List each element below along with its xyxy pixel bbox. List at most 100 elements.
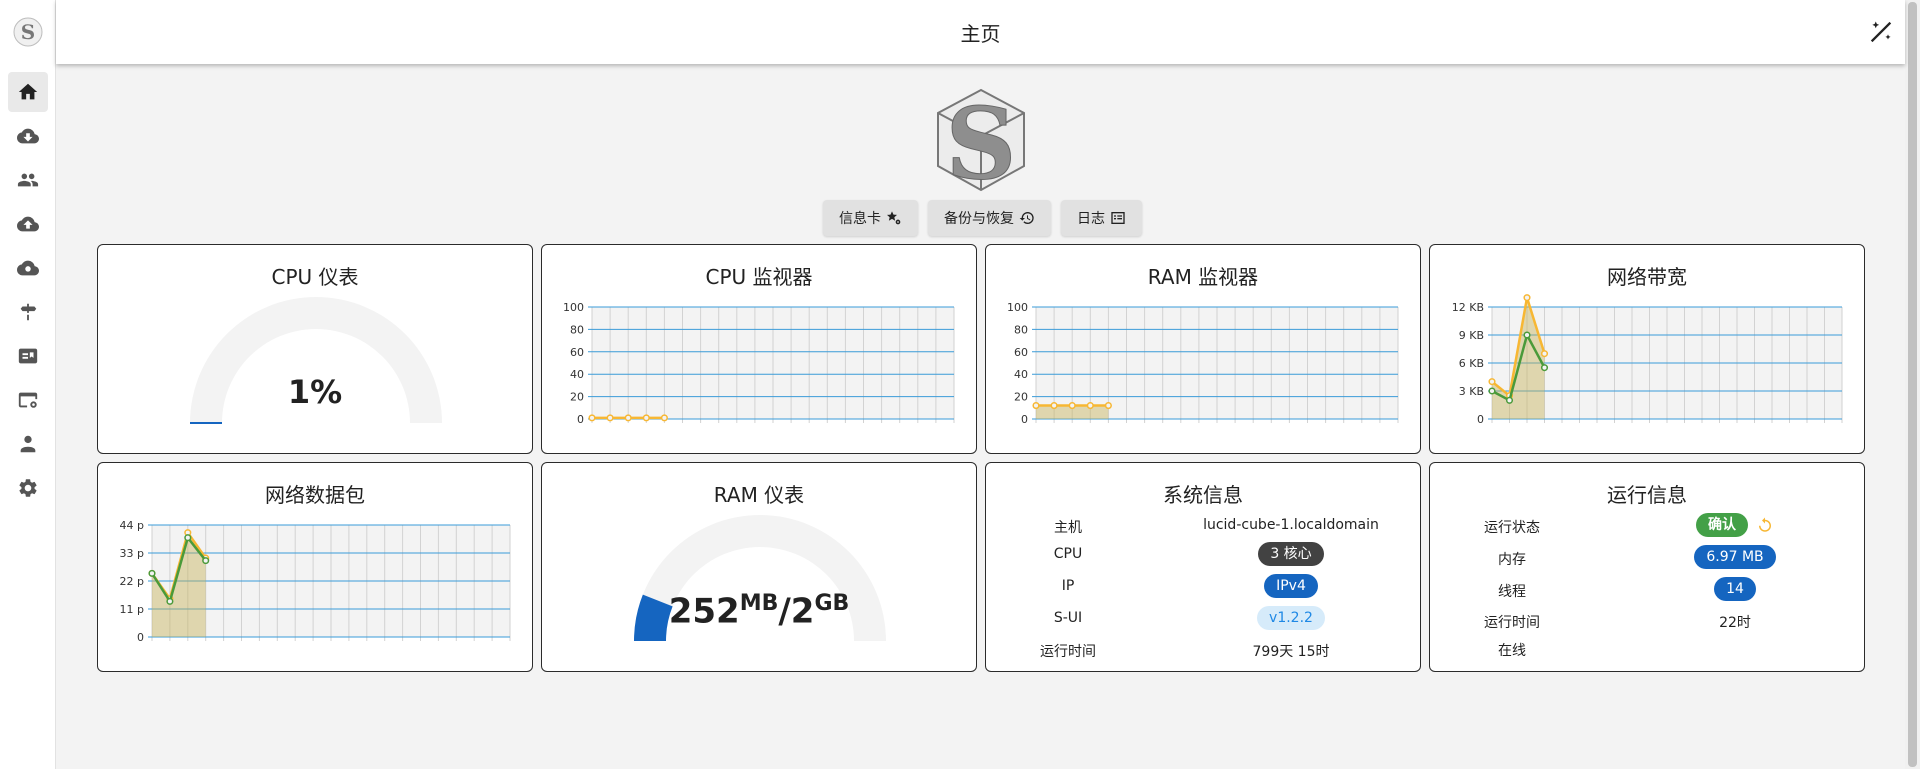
network-bandwidth-chart: 0 3 KB 6 KB 9 KB 12 KB [1452, 294, 1843, 426]
sidebar-item-inbounds[interactable] [8, 116, 48, 156]
card-title: 运行信息 [1607, 483, 1687, 507]
sui-label: S-UI [1053, 610, 1083, 626]
y-tick-label: 40 [1014, 368, 1028, 381]
logs-label: 日志 [1077, 211, 1105, 227]
card-network-packets: 网络数据包 0 11 p 22 p 33 p 44 p [97, 462, 533, 672]
data-point [1488, 378, 1496, 386]
ram-used: 252 [668, 591, 740, 632]
sidebar-item-endpoints[interactable] [8, 248, 48, 288]
y-tick-label: 3 KB [1459, 385, 1484, 398]
y-tick-label: 0 [1477, 413, 1484, 426]
action-bar: 信息卡 备份与恢复 日志 [823, 200, 1142, 236]
info-row-ip: IP IPv4 [986, 574, 1420, 600]
web-settings-icon [18, 392, 38, 408]
sidebar-item-outbounds[interactable] [8, 204, 48, 244]
y-tick-label: 0 [1021, 413, 1028, 426]
uptime-value: 799天 15时 [1252, 644, 1330, 660]
restart-icon[interactable] [1756, 516, 1774, 534]
info-row-uptime: 运行时间 22时 [1430, 608, 1864, 634]
backup-restore-button[interactable]: 备份与恢复 [928, 200, 1051, 236]
ram-used-unit: MB [739, 591, 779, 616]
data-point [1032, 402, 1040, 410]
data-point [1050, 402, 1058, 410]
home-icon [18, 83, 38, 100]
y-tick-label: 6 KB [1459, 357, 1484, 370]
cloud-download-icon [17, 128, 39, 144]
ip-label: IP [1061, 578, 1075, 594]
data-point [166, 597, 174, 605]
signpost-icon [20, 303, 37, 321]
host-value: lucid-cube-1.localdomain [1203, 517, 1379, 533]
y-tick-label: 33 p [120, 547, 144, 560]
card-system-info: 系统信息 主机 lucid-cube-1.localdomain CPU 3 核… [985, 462, 1421, 672]
data-point [148, 569, 156, 577]
data-point [1104, 402, 1112, 410]
y-tick-label: 40 [570, 368, 584, 381]
cpu-monitor-chart: 0 20 40 60 80 100 [563, 301, 955, 426]
tiles-button[interactable]: 信息卡 [823, 200, 918, 236]
uptime-label: 运行时间 [1040, 644, 1096, 660]
online-label: 在线 [1498, 643, 1526, 659]
card-cpu-gauge: CPU 仪表 1% [97, 244, 533, 454]
admin-icon [20, 435, 36, 453]
restore-icon [1019, 212, 1034, 224]
sidebar-item-clients[interactable] [8, 160, 48, 200]
info-row-sui: S-UI v1.2.2 [986, 606, 1420, 632]
data-point [642, 414, 650, 422]
y-tick-label: 12 KB [1452, 301, 1484, 314]
info-row-status: 运行状态 确认 [1430, 513, 1864, 539]
top-app-bar: 主页 [56, 0, 1905, 64]
list-box-icon [1111, 212, 1125, 224]
y-tick-label: 100 [1007, 301, 1028, 314]
run-uptime-label: 运行时间 [1484, 615, 1540, 631]
gear-icon [19, 479, 37, 497]
run-uptime-value: 22时 [1719, 615, 1751, 631]
svg-text:S: S [21, 20, 35, 44]
sidebar-item-basics[interactable] [8, 380, 48, 420]
s-ui-logo: S [937, 87, 1025, 196]
data-point [1523, 294, 1531, 302]
app-logo-icon[interactable]: S [13, 17, 43, 47]
sidebar-item-rules[interactable] [8, 292, 48, 332]
y-tick-label: 11 p [120, 603, 144, 616]
data-point [660, 414, 668, 422]
data-point [588, 414, 596, 422]
card-title: 系统信息 [1163, 483, 1243, 507]
data-point [184, 534, 192, 542]
sidebar-item-admins[interactable] [8, 424, 48, 464]
data-point [1086, 402, 1094, 410]
cpu-gauge-value: 1% [287, 373, 343, 411]
sidebar-item-settings[interactable] [8, 468, 48, 508]
info-row-memory: 内存 6.97 MB [1430, 545, 1864, 571]
sidebar-item-tls[interactable] [8, 336, 48, 376]
users-icon [17, 173, 39, 187]
card-network-bandwidth: 网络带宽 03 KB 6 KB 9 KB 12 KB [1429, 244, 1865, 454]
cpu-cores-chip: 3 核心 [1258, 542, 1324, 566]
y-tick-label: 80 [570, 323, 584, 336]
page-scrollbar[interactable] [1905, 0, 1920, 769]
data-point [202, 557, 210, 565]
data-point [1488, 387, 1496, 395]
y-tick-label: 60 [1014, 346, 1028, 359]
logs-button[interactable]: 日志 [1061, 200, 1142, 236]
y-tick-label: 22 p [120, 575, 144, 588]
data-point [606, 414, 614, 422]
cloud-route-icon [17, 260, 39, 276]
y-tick-label: 60 [570, 346, 584, 359]
card-cpu-monitor: CPU 监视器 0 20 40 60 80 100 [541, 244, 977, 454]
ram-gauge [634, 515, 886, 641]
host-label: 主机 [1054, 520, 1082, 536]
sidebar-item-home[interactable] [8, 72, 48, 112]
network-packets-chart: 0 11 p 22 p 33 p 44 p [120, 519, 511, 644]
backup-label: 备份与恢复 [944, 211, 1014, 227]
y-tick-label: 0 [577, 413, 584, 426]
info-row-uptime: 运行时间 799天 15时 [986, 637, 1420, 663]
theme-toggle-icon[interactable] [1867, 18, 1895, 46]
sidebar: S [0, 0, 56, 769]
threads-chip: 14 [1714, 577, 1756, 601]
info-row-cpu: CPU 3 核心 [986, 542, 1420, 568]
ip-chip[interactable]: IPv4 [1264, 574, 1318, 598]
data-point [1540, 350, 1549, 358]
ram-total-unit: GB [814, 591, 850, 616]
data-point [1068, 402, 1076, 410]
